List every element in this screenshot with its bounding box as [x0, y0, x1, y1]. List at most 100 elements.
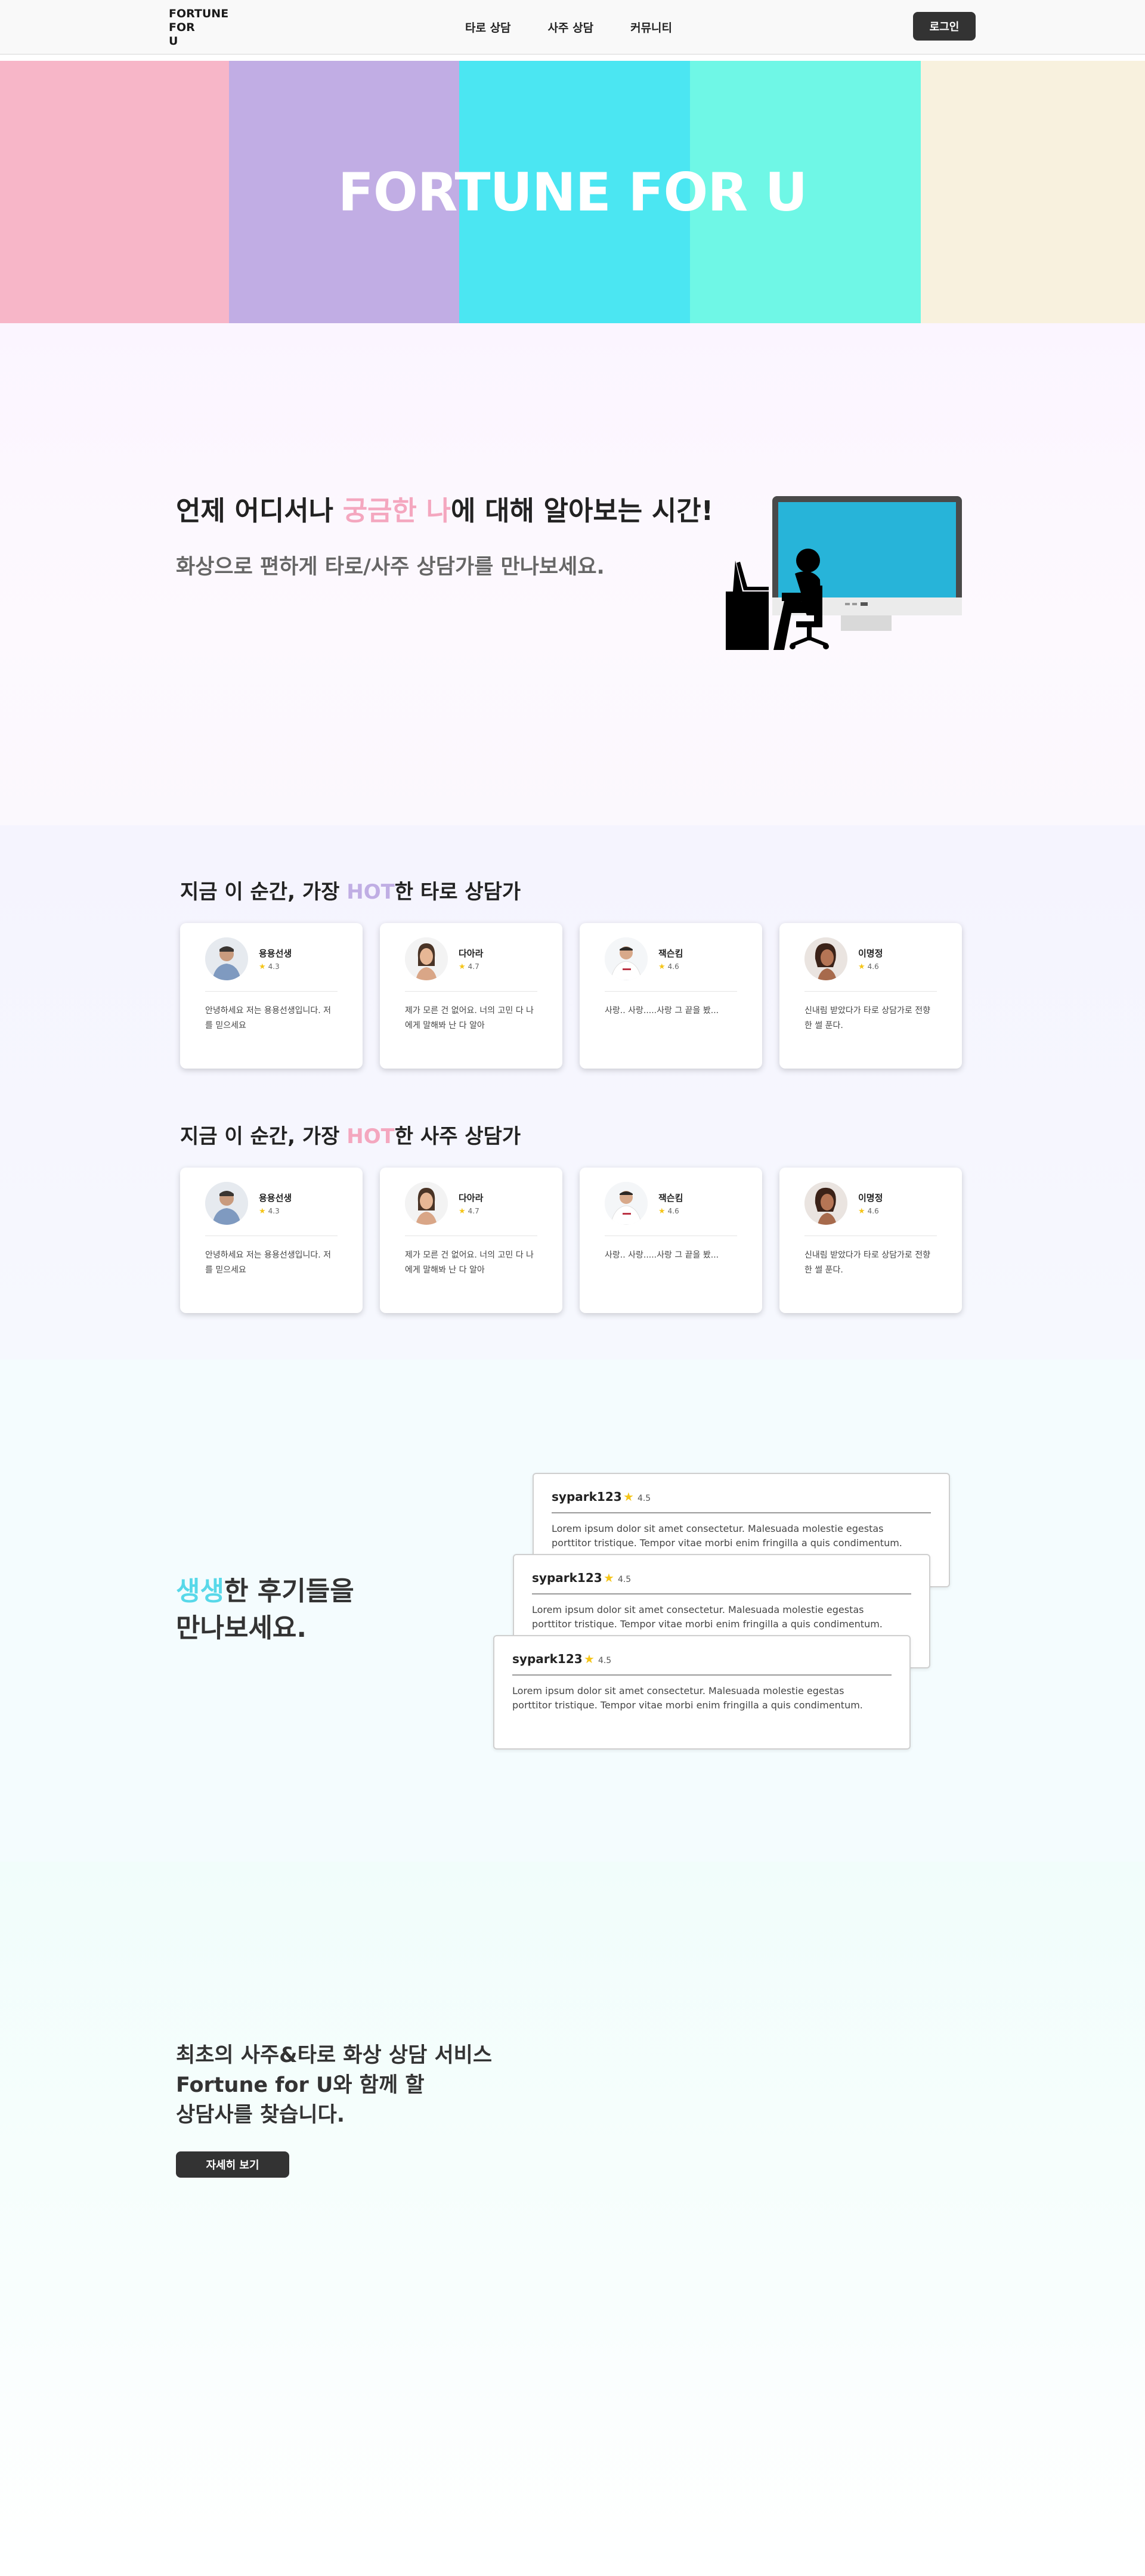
cta-headline: 최초의 사주&타로 화상 상담 서비스 Fortune for U와 함께 할 … — [176, 2044, 493, 2127]
counselor-rating: ★ 4.6 — [858, 962, 879, 971]
cta-section: 최초의 사주&타로 화상 상담 서비스 Fortune for U와 함께 할 … — [0, 1862, 1145, 2576]
avatar — [804, 937, 847, 980]
learn-more-button[interactable]: 자세히 보기 — [176, 2151, 289, 2178]
intro-headline-post: 에 대해 알아보는 시간! — [451, 495, 714, 527]
star-icon: ★ — [604, 1571, 614, 1585]
star-icon: ★ — [259, 962, 266, 971]
avatar — [605, 937, 648, 980]
counselor-desc: 제가 모른 건 없어요. 너의 고민 다 나에게 말해봐 난 다 알아 — [405, 1250, 534, 1275]
review-rating: ★ 4.5 — [604, 1571, 631, 1585]
counselor-name: 잭슨킴 — [658, 1193, 683, 1203]
counselor-desc: 안녕하세요 저는 용용선생입니다. 저를 믿으세요 — [205, 1006, 331, 1030]
counselor-rating: ★ 4.3 — [259, 1207, 280, 1216]
hot-saju-title-pre: 지금 이 순간, 가장 — [180, 1125, 347, 1148]
avatar — [405, 1182, 448, 1225]
review-divider — [512, 1674, 892, 1676]
star-icon: ★ — [658, 962, 666, 971]
hot-tarot-title-post: 한 타로 상담가 — [394, 880, 521, 904]
reviews-headline-rest: 한 후기들을 — [224, 1576, 354, 1606]
reviews-headline-accent: 생생 — [176, 1576, 224, 1606]
counselor-name: 이명정 — [858, 1193, 883, 1203]
intro-headline: 언제 어디서나 궁금한 나에 대해 알아보는 시간! — [176, 489, 713, 528]
avatar — [405, 937, 448, 980]
counselor-card[interactable]: 이명정 ★ 4.6 신내림 받았다가 타로 상담가로 전향한 썰 푼다. — [779, 923, 962, 1069]
hot-tarot-title-accent: HOT — [346, 880, 395, 904]
rating-value: 4.7 — [468, 1207, 479, 1215]
avatar — [804, 1182, 847, 1225]
counselor-card[interactable]: 잭슨킴 ★ 4.6 사랑.. 사랑.....사랑 그 끝을 봤... — [580, 1168, 762, 1313]
review-divider — [552, 1512, 931, 1513]
counselor-name: 잭슨킴 — [658, 948, 683, 959]
review-rating: ★ 4.5 — [623, 1490, 651, 1504]
star-icon: ★ — [858, 962, 865, 971]
star-icon: ★ — [259, 1207, 266, 1216]
hero-title: FORTUNE FOR U — [338, 161, 807, 223]
reviews-section: 생생한 후기들을 만나보세요. sypark123 ★ 4.5 Lorem ips… — [0, 1360, 1145, 1862]
rating-value: 4.6 — [667, 1207, 679, 1215]
rating-value: 4.6 — [867, 962, 879, 971]
counselor-name: 용용선생 — [259, 1193, 292, 1203]
nav-saju[interactable]: 사주 상담 — [548, 19, 594, 35]
avatar — [205, 937, 248, 980]
rating-value: 4.5 — [637, 1494, 651, 1503]
rating-value: 4.5 — [598, 1656, 612, 1665]
counselor-card[interactable]: 다아라 ★ 4.7 제가 모른 건 없어요. 너의 고민 다 나에게 말해봐 난 … — [380, 923, 562, 1069]
reviews-headline-line2: 만나보세요. — [176, 1613, 307, 1643]
counselor-rating: ★ 4.6 — [858, 1207, 879, 1216]
counselor-desc: 사랑.. 사랑.....사랑 그 끝을 봤... — [605, 1006, 719, 1015]
counselor-desc: 사랑.. 사랑.....사랑 그 끝을 봤... — [605, 1250, 719, 1260]
review-text: Lorem ipsum dolor sit amet consectetur. … — [552, 1523, 902, 1549]
nav-tarot[interactable]: 타로 상담 — [465, 19, 511, 35]
card-divider — [405, 991, 537, 992]
counselor-name: 다아라 — [459, 948, 484, 959]
review-user: sypark123 — [532, 1571, 602, 1585]
counselor-rating: ★ 4.3 — [259, 962, 280, 971]
review-user: sypark123 — [552, 1490, 622, 1504]
tarot-card-list: 용용선생 ★ 4.3 안녕하세요 저는 용용선생입니다. 저를 믿으세요 다아라 … — [180, 923, 962, 1069]
hot-saju-title-accent: HOT — [346, 1125, 395, 1148]
video-call-illustration — [726, 496, 962, 650]
hot-tarot-title: 지금 이 순간, 가장 HOT한 타로 상담가 — [180, 875, 521, 905]
rating-value: 4.6 — [867, 1207, 879, 1215]
review-text: Lorem ipsum dolor sit amet consectetur. … — [532, 1604, 883, 1630]
counselor-desc: 신내림 받았다가 타로 상담가로 전향한 썰 푼다. — [804, 1250, 930, 1275]
review-card[interactable]: sypark123 ★ 4.5 Lorem ipsum dolor sit ame… — [493, 1635, 911, 1750]
intro-headline-accent: 궁금한 나 — [342, 495, 451, 527]
card-divider — [205, 991, 338, 992]
counselor-name: 이명정 — [858, 948, 883, 959]
logo[interactable]: FORTUNE FOR U — [169, 7, 252, 48]
avatar — [605, 1182, 648, 1225]
card-divider — [804, 991, 937, 992]
saju-card-list: 용용선생 ★ 4.3 안녕하세요 저는 용용선생입니다. 저를 믿으세요 다아라 … — [180, 1168, 962, 1313]
counselor-card[interactable]: 이명정 ★ 4.6 신내림 받았다가 타로 상담가로 전향한 썰 푼다. — [779, 1168, 962, 1313]
counselor-card[interactable]: 용용선생 ★ 4.3 안녕하세요 저는 용용선생입니다. 저를 믿으세요 — [180, 923, 363, 1069]
intro-section: 언제 어디서나 궁금한 나에 대해 알아보는 시간! 화상으로 편하게 타로/사… — [0, 323, 1145, 825]
intro-headline-pre: 언제 어디서나 — [176, 495, 343, 527]
review-divider — [532, 1593, 911, 1594]
login-button[interactable]: 로그인 — [913, 12, 976, 41]
avatar — [205, 1182, 248, 1225]
card-divider — [605, 991, 737, 992]
star-icon: ★ — [459, 1207, 466, 1216]
star-icon: ★ — [658, 1207, 666, 1216]
counselor-name: 용용선생 — [259, 948, 292, 959]
counselor-rating: ★ 4.7 — [459, 1207, 479, 1216]
rating-value: 4.7 — [468, 962, 479, 971]
counselor-card[interactable]: 용용선생 ★ 4.3 안녕하세요 저는 용용선생입니다. 저를 믿으세요 — [180, 1168, 363, 1313]
star-icon: ★ — [858, 1207, 865, 1216]
nav-community[interactable]: 커뮤니티 — [630, 19, 672, 35]
counselor-card[interactable]: 잭슨킴 ★ 4.6 사랑.. 사랑.....사랑 그 끝을 봤... — [580, 923, 762, 1069]
site-header: FORTUNE FOR U 타로 상담 사주 상담 커뮤니티 로그인 — [0, 0, 1145, 55]
rating-value: 4.5 — [617, 1575, 632, 1584]
review-text: Lorem ipsum dolor sit amet consectetur. … — [512, 1685, 863, 1711]
rating-value: 4.6 — [667, 962, 679, 971]
review-user: sypark123 — [512, 1652, 583, 1666]
counselor-rating: ★ 4.6 — [658, 1207, 679, 1216]
star-icon: ★ — [584, 1652, 595, 1666]
counselor-rating: ★ 4.6 — [658, 962, 679, 971]
counselor-rating: ★ 4.7 — [459, 962, 479, 971]
review-rating: ★ 4.5 — [584, 1652, 611, 1666]
counselor-card[interactable]: 다아라 ★ 4.7 제가 모른 건 없어요. 너의 고민 다 나에게 말해봐 난 … — [380, 1168, 562, 1313]
hot-saju-title: 지금 이 순간, 가장 HOT한 사주 상담가 — [180, 1120, 521, 1149]
counselor-desc: 안녕하세요 저는 용용선생입니다. 저를 믿으세요 — [205, 1250, 331, 1275]
